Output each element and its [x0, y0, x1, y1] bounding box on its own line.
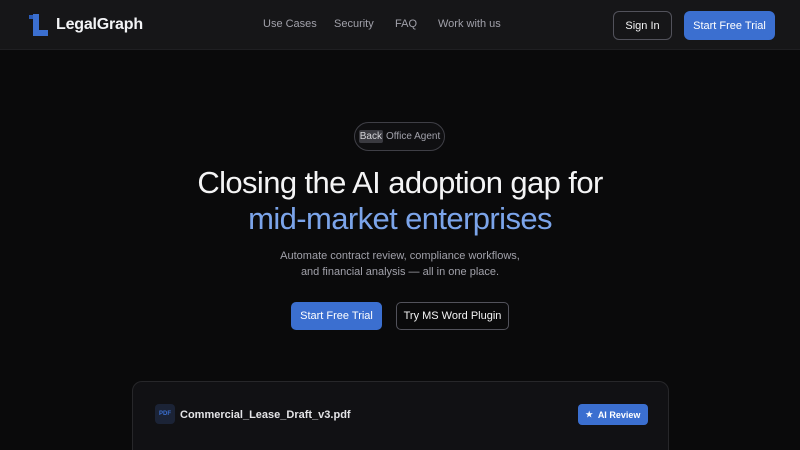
pdf-file-icon: PDF: [155, 404, 175, 424]
product-badge: Back Office Agent: [354, 122, 445, 151]
hero-headline-accent: mid-market enterprises: [248, 201, 552, 236]
nav-link-use-cases[interactable]: Use Cases: [263, 18, 317, 30]
main-nav: Use Cases Security FAQ Work with us: [0, 18, 800, 34]
nav-link-work-with-us[interactable]: Work with us: [438, 18, 501, 30]
nav-link-security[interactable]: Security: [334, 18, 374, 30]
file-name[interactable]: Commercial_Lease_Draft_v3.pdf: [180, 409, 351, 421]
document-preview-card: PDF Commercial_Lease_Draft_v3.pdf ★ AI R…: [132, 381, 669, 450]
hero-subtitle: Automate contract review, compliance wor…: [0, 248, 800, 280]
hero-subtitle-line2: and financial analysis — all in one plac…: [300, 266, 500, 278]
hero-subtitle-line1: Automate contract review, compliance wor…: [280, 250, 520, 262]
badge-highlight: Back: [358, 130, 383, 143]
nav-start-trial-button[interactable]: Start Free Trial: [684, 11, 775, 40]
badge-label: Office Agent: [385, 131, 441, 142]
hero-start-trial-button[interactable]: Start Free Trial: [291, 302, 382, 330]
top-navbar: LegalGraph Use Cases Security FAQ Work w…: [0, 0, 800, 50]
nav-link-faq[interactable]: FAQ: [395, 18, 417, 30]
star-icon: ★: [585, 410, 593, 419]
try-word-plugin-button[interactable]: Try MS Word Plugin: [396, 302, 509, 330]
ai-review-label: AI Review: [597, 409, 641, 420]
hero-headline: Closing the AI adoption gap for: [197, 165, 603, 200]
ai-review-button[interactable]: ★ AI Review: [578, 404, 648, 425]
sign-in-button[interactable]: Sign In: [613, 11, 672, 40]
